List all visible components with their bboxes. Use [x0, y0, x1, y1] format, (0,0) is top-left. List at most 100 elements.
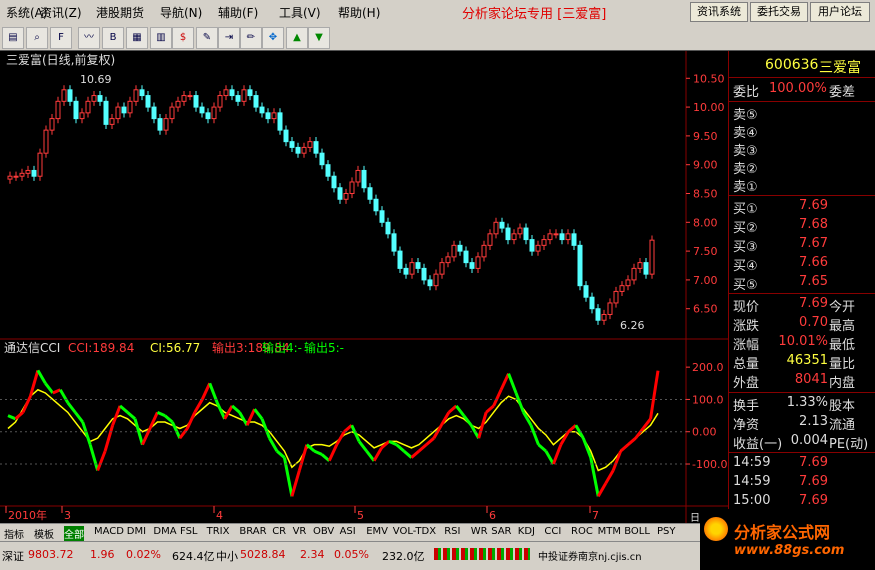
candle-body	[277, 112, 283, 131]
candle-body	[79, 112, 85, 120]
arrow-up-icon[interactable]: ▲	[286, 27, 308, 49]
tab-wr[interactable]: WR	[471, 526, 488, 537]
tab-rsi[interactable]: RSI	[444, 526, 460, 537]
tab-sar[interactable]: SAR	[491, 526, 511, 537]
candle-body	[109, 118, 115, 125]
line-chart-icon[interactable]: 〰	[78, 27, 100, 49]
buy1-label: 买①	[733, 202, 758, 217]
candle-body	[265, 112, 271, 120]
sell4-label: 卖④	[733, 126, 758, 141]
stat-label2: PE(动)	[829, 437, 869, 452]
tab-asi[interactable]: ASI	[340, 526, 356, 537]
candle-body	[541, 239, 547, 246]
stat-value: 0.004	[790, 433, 828, 448]
cci-tick-label: 100.0	[692, 393, 724, 406]
tab-roc[interactable]: ROC	[571, 526, 593, 537]
buy3-label: 买③	[733, 240, 758, 255]
stat-value: 1.33%	[786, 395, 828, 410]
candle-body	[283, 129, 289, 143]
sz-amount: 624.4亿	[172, 550, 215, 563]
dollar-icon[interactable]: $	[172, 27, 194, 49]
candle-body	[517, 227, 523, 235]
candle-body	[313, 141, 319, 154]
candle-body	[571, 233, 577, 246]
menu-help[interactable]: 帮助(H)	[338, 4, 380, 21]
search-icon[interactable]: ⌕	[26, 27, 48, 49]
tab-emv[interactable]: EMV	[366, 526, 388, 537]
chart-area[interactable]: 10.50 10.00 9.50 9.00 8.50 8.00 7.50 7.00 6.50 2…	[0, 51, 728, 523]
tab-cci[interactable]: CCI	[544, 526, 561, 537]
candle-body	[307, 141, 313, 148]
candle-body	[481, 244, 487, 258]
tab-模板[interactable]: 模板	[34, 526, 54, 541]
candle-body	[115, 106, 121, 120]
move-icon[interactable]: ✥	[262, 27, 284, 49]
price-tick-label: 7.00	[693, 274, 718, 287]
candle-body	[55, 100, 61, 120]
candle-body	[379, 210, 385, 223]
f10-icon[interactable]: F	[50, 27, 72, 49]
candle-body	[145, 95, 151, 108]
indicator-tabs: 指标 模板 全部 MACD DMI DMA FSL TRIX BRAR CR VR OBV ASI EMV…	[0, 523, 700, 542]
bsi-icon[interactable]: B	[102, 27, 124, 49]
menu-news[interactable]: 资讯(Z)	[40, 4, 82, 21]
tab-obv[interactable]: OBV	[313, 526, 334, 537]
news-system-button[interactable]: 资讯系统	[690, 2, 748, 22]
tab-cr[interactable]: CR	[272, 526, 286, 537]
candle-body	[241, 89, 247, 102]
tab-指标[interactable]: 指标	[4, 526, 24, 541]
sz-value: 9803.72	[28, 548, 74, 561]
tab-trix[interactable]: TRIX	[207, 526, 230, 537]
arrow-down-icon[interactable]: ▼	[308, 27, 330, 49]
pencil-icon[interactable]: ✏	[240, 27, 262, 49]
candle-body	[433, 273, 439, 287]
candle-body	[67, 89, 73, 102]
candle-body	[553, 233, 559, 236]
candle-body	[235, 95, 241, 102]
menu-assist[interactable]: 辅助(F)	[218, 4, 258, 21]
date-tick-label: 3	[64, 509, 71, 522]
stats-icon[interactable]: ▦	[126, 27, 148, 49]
grid-icon[interactable]: ▥	[150, 27, 172, 49]
tab-vol-tdx[interactable]: VOL-TDX	[393, 526, 436, 537]
stat-label2: 今开	[829, 300, 856, 315]
tab-brar[interactable]: BRAR	[239, 526, 266, 537]
candle-body	[355, 169, 361, 183]
tab-kdj[interactable]: KDJ	[518, 526, 535, 537]
menu-tools[interactable]: 工具(V)	[279, 4, 321, 21]
price-tick-label: 8.50	[693, 188, 718, 201]
candle-body	[157, 118, 163, 131]
tab-macd[interactable]: MACD	[94, 526, 124, 537]
stat-label: 收益(一)	[733, 437, 783, 452]
ci-value: CI:56.77	[150, 341, 200, 355]
tab-dma[interactable]: DMA	[153, 526, 176, 537]
export-icon[interactable]: ⇥	[218, 27, 240, 49]
candle-body	[523, 227, 529, 241]
tab-fsl[interactable]: FSL	[180, 526, 198, 537]
logo-title: 分析家公式网	[734, 523, 831, 542]
tab-dmi[interactable]: DMI	[127, 526, 146, 537]
tab-全部[interactable]: 全部	[64, 526, 84, 541]
candle-body	[535, 244, 541, 252]
zx-value: 5028.84	[240, 548, 286, 561]
candle-body	[175, 100, 181, 108]
output4-value: 输出4:-	[262, 340, 302, 355]
user-forum-button[interactable]: 用户论坛	[810, 2, 870, 22]
candle-body	[301, 146, 307, 154]
candle-body	[37, 152, 43, 177]
wrench-icon[interactable]: ✎	[196, 27, 218, 49]
candle-body	[427, 279, 433, 287]
menu-hk-futures[interactable]: 港股期货	[96, 4, 144, 21]
tab-vr[interactable]: VR	[293, 526, 307, 537]
tab-mtm[interactable]: MTM	[598, 526, 621, 537]
zx-amount: 232.0亿	[382, 550, 425, 563]
tab-boll[interactable]: BOLL	[624, 526, 650, 537]
tick-time: 15:00	[733, 493, 771, 508]
chart-icon[interactable]: ▤	[2, 27, 24, 49]
low-label: 6.26	[620, 319, 645, 332]
menu-navigate[interactable]: 导航(N)	[160, 4, 202, 21]
tab-psy[interactable]: PSY	[657, 526, 676, 537]
candle-body	[49, 118, 55, 131]
stat-value: 10.01%	[778, 334, 828, 349]
trade-button[interactable]: 委托交易	[750, 2, 808, 22]
